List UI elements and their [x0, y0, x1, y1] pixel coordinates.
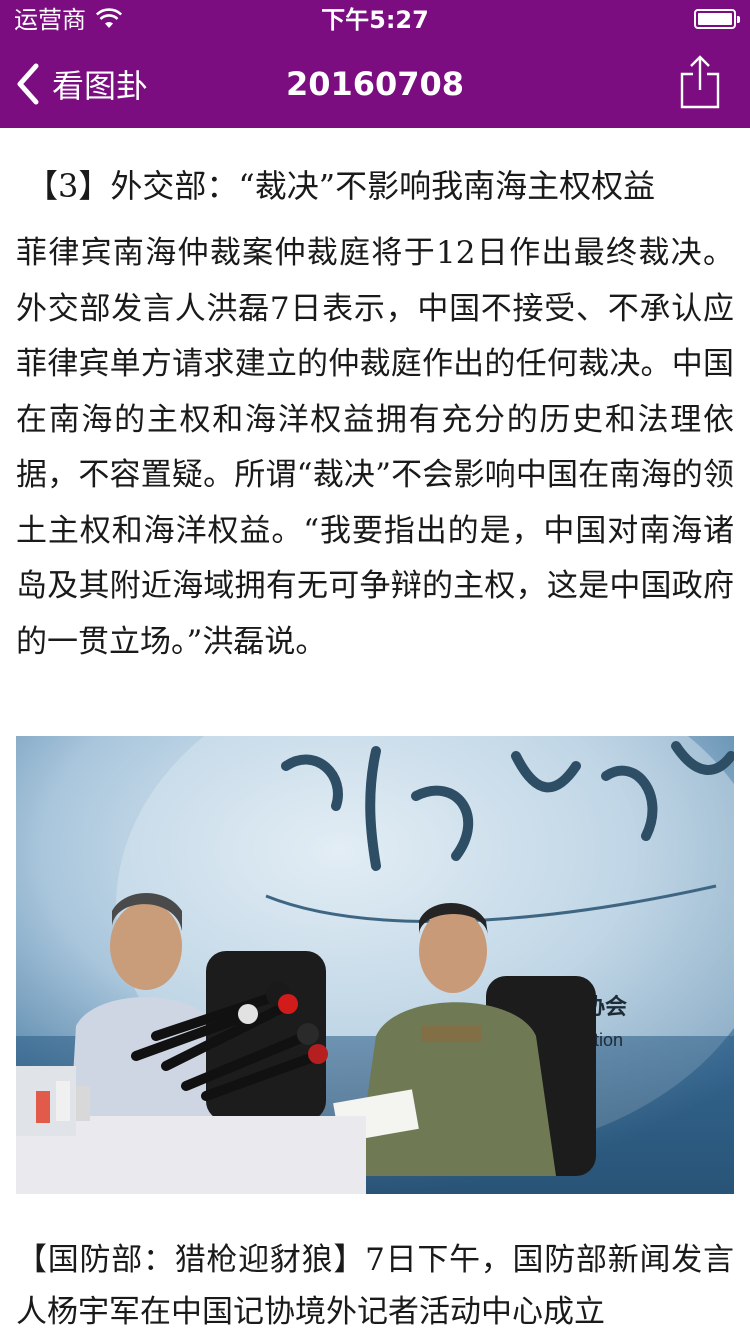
navigation-bar: 看图卦 20160708	[0, 40, 750, 128]
article-content: 【3】外交部：“裁决”不影响我南海主权权益 菲律宾南海仲裁案仲裁庭将于12日作出…	[16, 128, 734, 670]
status-time: 下午5:27	[321, 6, 429, 34]
app-header: 运营商 下午5:27 看图卦 20160708	[0, 0, 750, 128]
photo-illustration: 者协会 ociation	[16, 736, 734, 1194]
page-title: 20160708	[285, 65, 465, 103]
article-paragraph-2: 【国防部：猎枪迎豺狼】7日下午，国防部新闻发言人杨宇军在中国记协境外记者活动中心…	[16, 1242, 734, 1330]
article-headline: 【3】外交部：“裁决”不影响我南海主权权益	[26, 167, 656, 205]
status-bar: 运营商 下午5:27	[0, 0, 750, 40]
share-icon[interactable]	[680, 54, 720, 110]
article-paragraph: 菲律宾南海仲裁案仲裁庭将于12日作出最终裁决。外交部发言人洪磊7日表示，中国不接…	[16, 235, 734, 660]
press-conference-photo[interactable]: 者协会 ociation	[16, 736, 734, 1194]
battery-icon	[694, 9, 740, 29]
